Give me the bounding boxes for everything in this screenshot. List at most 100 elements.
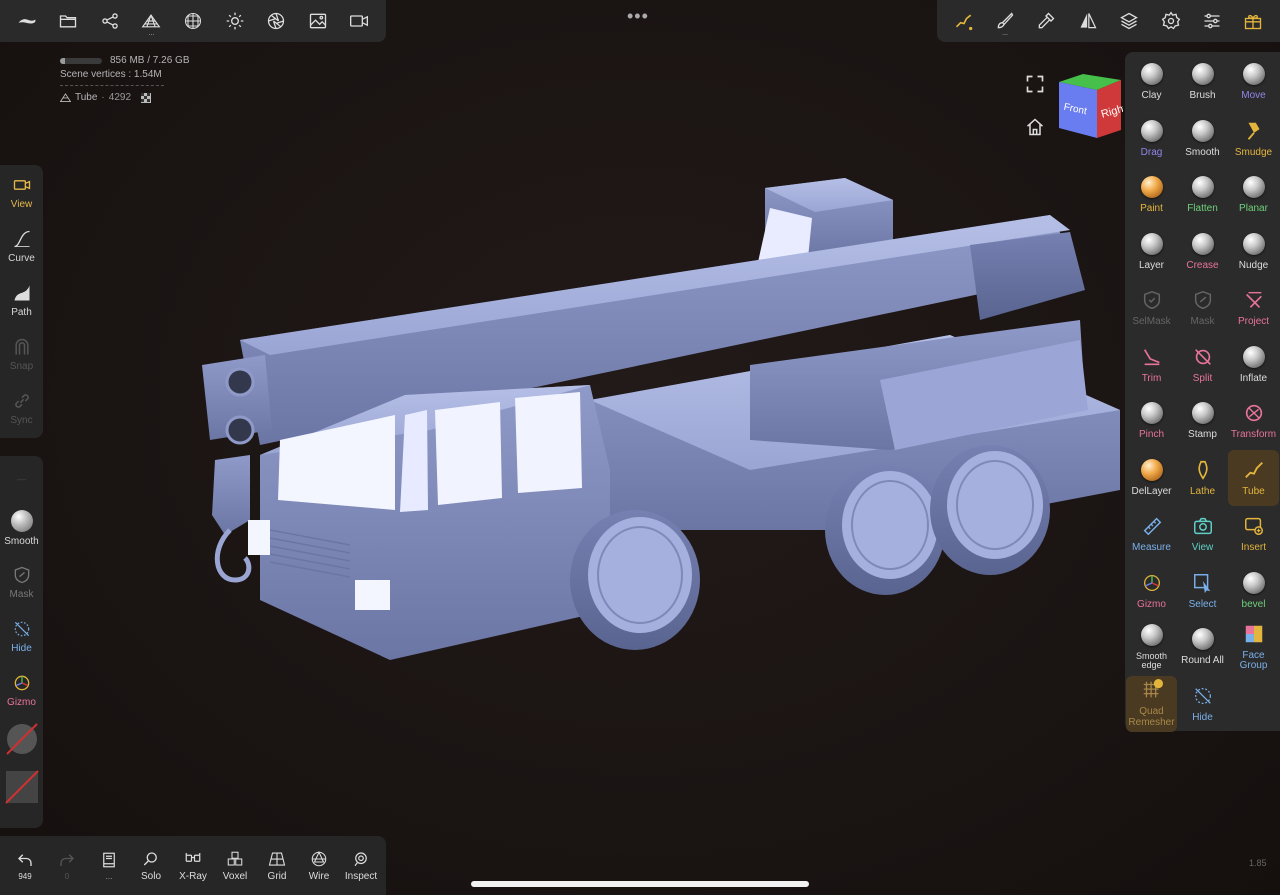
tool-lathe[interactable]: Lathe — [1177, 450, 1228, 507]
voxel-button[interactable]: Voxel — [214, 850, 256, 882]
logo-icon[interactable] — [12, 6, 42, 36]
settings-icon[interactable] — [1156, 6, 1186, 36]
tool-bevel[interactable]: bevel — [1228, 563, 1279, 620]
gizmo-icon — [14, 675, 29, 690]
tool-mask[interactable]: Mask — [1177, 280, 1228, 337]
measure-icon — [1143, 517, 1161, 536]
tool-trim[interactable]: Trim — [1126, 337, 1177, 394]
crane-model[interactable] — [190, 170, 1130, 670]
sliders-icon[interactable] — [1197, 6, 1227, 36]
tool-layer[interactable]: Layer — [1126, 224, 1177, 281]
solo-label: Solo — [140, 870, 161, 882]
tool-smudge[interactable]: Smudge — [1228, 111, 1279, 168]
symmetry-icon[interactable] — [1073, 6, 1103, 36]
tool-label: Move — [1241, 90, 1266, 101]
tool-label: Flatten — [1187, 203, 1218, 214]
checker-icon[interactable] — [141, 92, 152, 103]
left-material-swatch[interactable] — [0, 717, 43, 765]
home-icon[interactable] — [1025, 117, 1045, 142]
search-icon — [143, 851, 157, 865]
tool-smooth[interactable]: Smooth — [1177, 111, 1228, 168]
tool-inflate[interactable]: Inflate — [1228, 337, 1279, 394]
tool-view[interactable]: View — [1177, 506, 1228, 563]
voxel-icon — [227, 851, 243, 866]
gift-icon[interactable] — [1238, 6, 1268, 36]
left-panel-quick-tools: — Smooth Mask Hide Gizmo — [0, 456, 43, 828]
home-indicator[interactable] — [471, 881, 809, 887]
xray-button[interactable]: X-Ray — [172, 850, 214, 882]
left-smooth-label: Smooth — [4, 535, 39, 547]
material-sphere-icon[interactable] — [178, 6, 208, 36]
view-cube[interactable]: Front Right — [1055, 72, 1128, 140]
left-gizmo-button[interactable]: Gizmo — [0, 663, 43, 717]
left-panel-curve-tools: View Curve Path Snap Sync — [0, 165, 43, 438]
tool-transform[interactable]: Transform — [1228, 393, 1279, 450]
camera-aperture-icon[interactable] — [261, 6, 291, 36]
tool-gizmo[interactable]: Gizmo — [1126, 563, 1177, 620]
path-icon — [14, 285, 29, 300]
tool-drag[interactable]: Drag — [1126, 111, 1177, 168]
tool-round-all[interactable]: Round All — [1177, 619, 1228, 676]
tool-flatten[interactable]: Flatten — [1177, 167, 1228, 224]
scene-tree-icon[interactable] — [95, 6, 125, 36]
nudge-ball-icon — [1242, 232, 1265, 255]
tool-quad-remesher[interactable]: Quad Remesher — [1126, 675, 1177, 732]
frame-fullscreen-icon[interactable] — [1025, 74, 1045, 99]
picker-icon[interactable] — [1031, 6, 1061, 36]
tool-paint[interactable]: Paint — [1126, 167, 1177, 224]
sculpt-tools-panel: Clay Brush Move Drag Smooth Smudge Paint Flatte… — [1125, 52, 1280, 733]
layers-icon[interactable] — [1114, 6, 1144, 36]
tool-tube[interactable]: Tube — [1228, 449, 1279, 506]
tool-pinch[interactable]: Pinch — [1126, 393, 1177, 450]
left-slot-empty[interactable]: — — [0, 456, 43, 501]
tool-crease[interactable]: Crease — [1177, 224, 1228, 281]
more-dots-icon[interactable]: ••• — [627, 6, 649, 27]
tool-stamp[interactable]: Stamp — [1177, 393, 1228, 450]
mask-icon — [1194, 290, 1211, 310]
tool-insert[interactable]: Insert — [1228, 506, 1279, 563]
video-camera-icon[interactable] — [344, 6, 374, 36]
tool-planar[interactable]: Planar — [1228, 167, 1279, 224]
tool-label: Round All — [1181, 655, 1224, 666]
tool-select[interactable]: Select — [1177, 563, 1228, 620]
solo-button[interactable]: Solo — [130, 850, 172, 882]
tool-nudge[interactable]: Nudge — [1228, 224, 1279, 281]
grid-button[interactable]: Grid — [256, 850, 298, 882]
left-hide-button[interactable]: Hide — [0, 609, 43, 663]
tube-tool-icon[interactable] — [949, 6, 979, 36]
tool-selmask[interactable]: SelMask — [1126, 280, 1177, 337]
tool-smooth-edge[interactable]: Smooth edge — [1126, 619, 1177, 676]
mesh-small-icon — [60, 93, 71, 102]
left-texture-swatch[interactable] — [0, 765, 43, 813]
tool-brush[interactable]: Brush — [1177, 54, 1228, 111]
folder-icon[interactable] — [53, 6, 83, 36]
undo-button[interactable]: 949 — [4, 851, 46, 881]
left-mask-button[interactable]: Mask — [0, 555, 43, 609]
redo-button[interactable]: 0 — [46, 851, 88, 881]
left-sync-button[interactable]: Sync — [0, 381, 43, 435]
tool-hide[interactable]: Hide — [1177, 676, 1228, 733]
tool-measure[interactable]: Measure — [1126, 506, 1177, 563]
left-curve-button[interactable]: Curve — [0, 219, 43, 273]
paint-brush-icon[interactable]: ... — [990, 6, 1020, 37]
tool-clay[interactable]: Clay — [1126, 54, 1177, 111]
left-smooth-button[interactable]: Smooth — [0, 501, 43, 555]
tool-dellayer[interactable]: DelLayer — [1126, 450, 1177, 507]
top-left-toolbar: ... — [0, 0, 386, 42]
left-view-button[interactable]: View — [0, 165, 43, 219]
mesh-icon[interactable]: ... — [136, 6, 166, 37]
tool-label: Insert — [1240, 542, 1266, 553]
book-button[interactable]: ... — [88, 851, 130, 881]
tool-label: Lathe — [1189, 485, 1216, 497]
wire-button[interactable]: Wire — [298, 850, 340, 882]
tool-project[interactable]: Project — [1228, 280, 1279, 337]
left-snap-button[interactable]: Snap — [0, 327, 43, 381]
light-icon[interactable] — [220, 6, 250, 36]
left-path-button[interactable]: Path — [0, 273, 43, 327]
smooth-ball-icon — [10, 509, 33, 532]
tool-face-group[interactable]: Face Group — [1228, 619, 1279, 676]
inspect-button[interactable]: Inspect — [340, 850, 382, 882]
image-icon[interactable] — [303, 6, 333, 36]
tool-split[interactable]: Split — [1177, 337, 1228, 394]
tool-move[interactable]: Move — [1228, 54, 1279, 111]
